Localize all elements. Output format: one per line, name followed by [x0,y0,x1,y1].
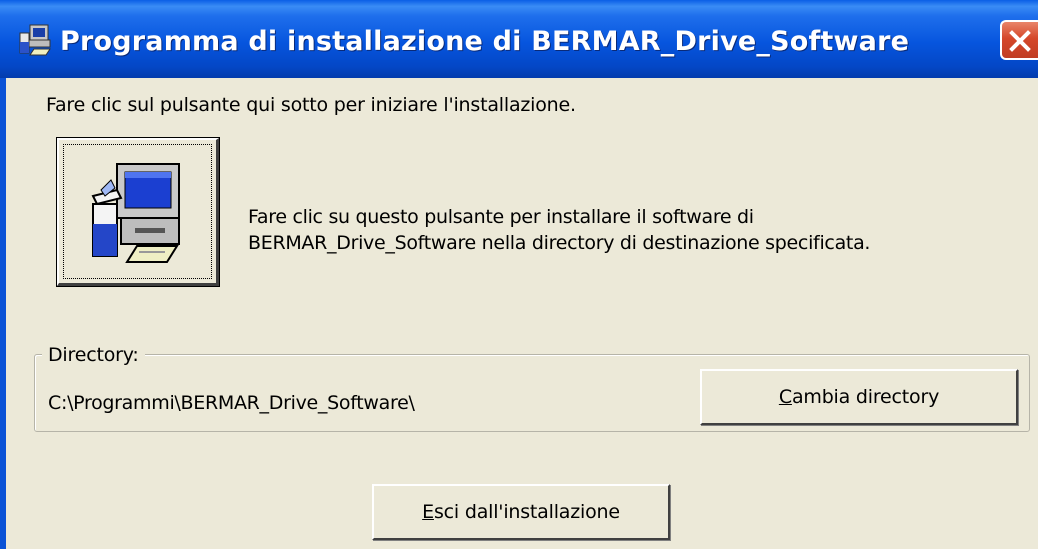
setup-computer-icon [16,22,56,58]
directory-path: C:\Programmi\BERMAR_Drive_Software\ [48,392,415,414]
change-directory-label: ambia directory [791,386,940,408]
close-button[interactable] [1000,20,1038,60]
exit-setup-mnemonic: E [422,501,434,523]
title-bar[interactable]: Programma di installazione di BERMAR_Dri… [0,0,1038,78]
install-description-line1: Fare clic su questo pulsante per install… [248,206,754,228]
install-computer-icon [91,163,180,263]
window-title: Programma di installazione di BERMAR_Dri… [60,26,910,57]
window-frame-left [0,78,6,549]
close-icon [1009,30,1031,52]
change-directory-mnemonic: C [778,386,792,408]
install-button[interactable] [56,137,220,287]
install-description-line2: BERMAR_Drive_Software nella directory di… [248,232,871,254]
install-description: Fare clic su questo pulsante per install… [248,204,870,256]
change-directory-button[interactable]: Cambia directory [700,369,1018,425]
setup-dialog: Programma di installazione di BERMAR_Dri… [0,0,1038,549]
exit-setup-button[interactable]: Esci dall'installazione [372,484,670,540]
exit-setup-label: sci dall'installazione [433,501,620,523]
intro-text: Fare clic sul pulsante qui sotto per ini… [46,94,576,116]
directory-label: Directory: [42,344,145,366]
